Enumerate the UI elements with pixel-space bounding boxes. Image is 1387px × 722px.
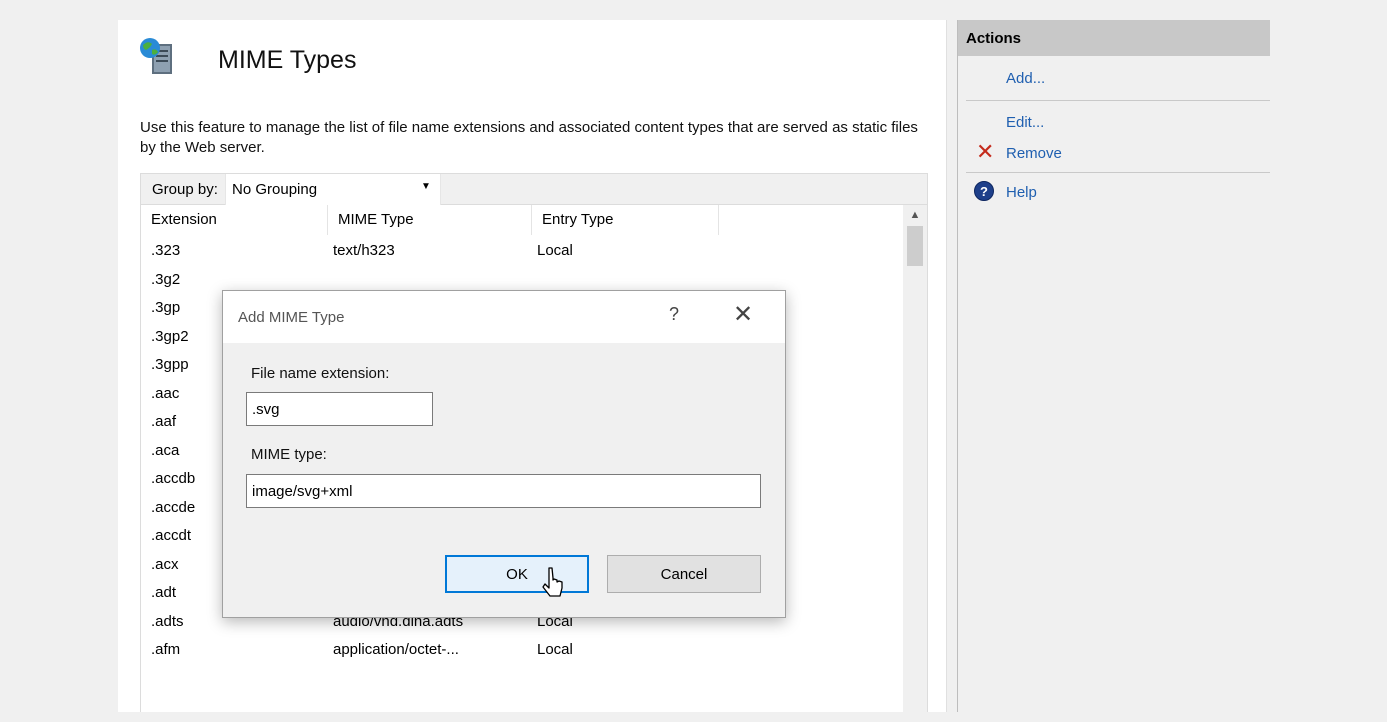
extension-label: File name extension: (251, 365, 390, 382)
dialog-title: Add MIME Type (238, 309, 345, 326)
scroll-up-icon[interactable]: ▲ (903, 205, 927, 225)
action-edit-link[interactable]: Edit... (1006, 114, 1044, 131)
extension-input[interactable] (246, 392, 433, 426)
cell-mime-type: text/h323 (333, 242, 395, 259)
mime-type-input[interactable] (246, 474, 761, 508)
dialog-titlebar[interactable]: Add MIME Type ? ✕ (223, 291, 785, 343)
page-title: MIME Types (218, 46, 357, 74)
actions-header: Actions (958, 20, 1270, 56)
mime-type-label: MIME type: (251, 446, 327, 463)
cell-extension: .3gpp (151, 356, 189, 373)
scroll-thumb[interactable] (907, 226, 923, 266)
cell-entry-type: Local (537, 641, 573, 658)
cell-extension: .323 (151, 242, 181, 259)
ok-button[interactable]: OK (445, 555, 589, 593)
list-header: ^ Extension MIME Type Entry Type (141, 205, 905, 235)
column-header-mime-type[interactable]: MIME Type (328, 205, 532, 235)
server-globe-icon (140, 38, 172, 74)
cell-mime-type: application/octet-... (333, 641, 459, 658)
mouse-pointer-icon (542, 567, 563, 597)
pane-splitter[interactable] (946, 20, 958, 712)
cancel-button[interactable]: Cancel (607, 555, 761, 593)
group-by-value: No Grouping (232, 181, 318, 198)
help-circle-icon: ? (974, 181, 994, 201)
cell-entry-type: Local (537, 242, 573, 259)
cell-extension: .aaf (151, 413, 177, 430)
vertical-scrollbar[interactable]: ▲ (903, 205, 927, 712)
cell-extension: .adt (151, 584, 177, 601)
action-help-link[interactable]: Help (1006, 184, 1037, 201)
cell-extension: .aac (151, 384, 180, 402)
column-header-extension[interactable]: ^ Extension (141, 205, 328, 235)
add-mime-type-dialog: Add MIME Type ? ✕ File name extension: M… (222, 290, 786, 618)
cell-extension: .accdt (151, 527, 192, 544)
group-by-label: Group by: (152, 181, 218, 198)
cell-extension: .3g2 (151, 270, 181, 288)
help-icon[interactable]: ? (669, 304, 679, 325)
cell-extension: .3gp2 (151, 327, 189, 345)
cell-extension: .3gp (151, 299, 181, 316)
table-row[interactable]: .323 text/h323 Local (141, 238, 905, 267)
group-by-bar: Group by: No Grouping ▼ (140, 173, 928, 205)
cell-extension: .adts (151, 612, 184, 630)
action-remove-link[interactable]: Remove (1006, 145, 1062, 162)
action-add-link[interactable]: Add... (1006, 70, 1045, 87)
table-row[interactable]: .afm application/octet-... Local (141, 637, 905, 666)
cell-extension: .afm (151, 641, 181, 658)
red-x-icon: ✕ (976, 139, 995, 164)
feature-description: Use this feature to manage the list of f… (140, 119, 918, 156)
cell-extension: .accdb (151, 470, 196, 487)
close-icon[interactable]: ✕ (733, 300, 753, 329)
cell-extension: .aca (151, 441, 180, 459)
actions-divider (966, 172, 1270, 173)
column-header-entry-type[interactable]: Entry Type (532, 205, 719, 235)
group-by-select[interactable]: No Grouping ▼ (225, 174, 441, 205)
cell-extension: .accde (151, 498, 196, 516)
cell-extension: .acx (151, 555, 179, 573)
dropdown-arrow-icon: ▼ (421, 181, 431, 192)
sort-ascending-icon: ^ (231, 205, 237, 212)
actions-pane: Actions Add... Edit... ✕ Remove ? Help (958, 20, 1270, 712)
actions-divider (966, 100, 1270, 101)
